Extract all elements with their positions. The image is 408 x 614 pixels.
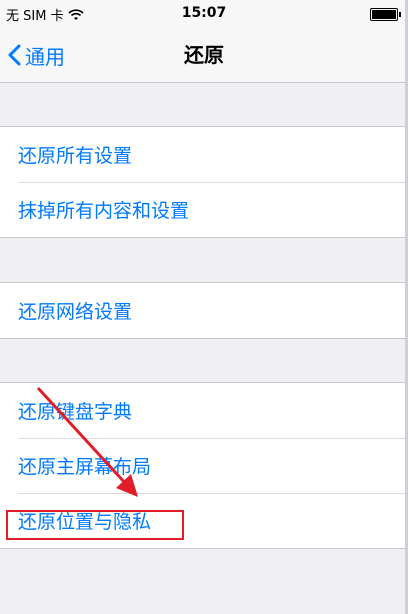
status-bar: 无 SIM 卡 15:07	[0, 0, 408, 28]
list-item-label: 还原主屏幕布局	[18, 456, 152, 478]
page-title: 还原	[184, 43, 224, 67]
list-item-label: 抹掉所有内容和设置	[18, 200, 190, 222]
highlight-box	[6, 510, 184, 540]
list-item-label: 还原键盘字典	[18, 401, 133, 423]
reset-group-1: 还原所有设置 抹掉所有内容和设置	[0, 126, 408, 238]
reset-keyboard-dictionary-item[interactable]: 还原键盘字典	[0, 383, 408, 438]
clock: 15:07	[181, 5, 227, 21]
reset-home-screen-layout-item[interactable]: 还原主屏幕布局	[0, 438, 408, 493]
list-item-label: 还原所有设置	[18, 145, 133, 167]
erase-all-content-item[interactable]: 抹掉所有内容和设置	[0, 182, 408, 237]
reset-network-settings-item[interactable]: 还原网络设置	[0, 283, 408, 338]
reset-all-settings-item[interactable]: 还原所有设置	[0, 127, 408, 182]
battery-icon	[370, 8, 401, 21]
reset-group-2: 还原网络设置	[0, 282, 408, 339]
navigation-bar: 通用 还原	[0, 28, 408, 83]
list-item-label: 还原网络设置	[18, 301, 133, 323]
